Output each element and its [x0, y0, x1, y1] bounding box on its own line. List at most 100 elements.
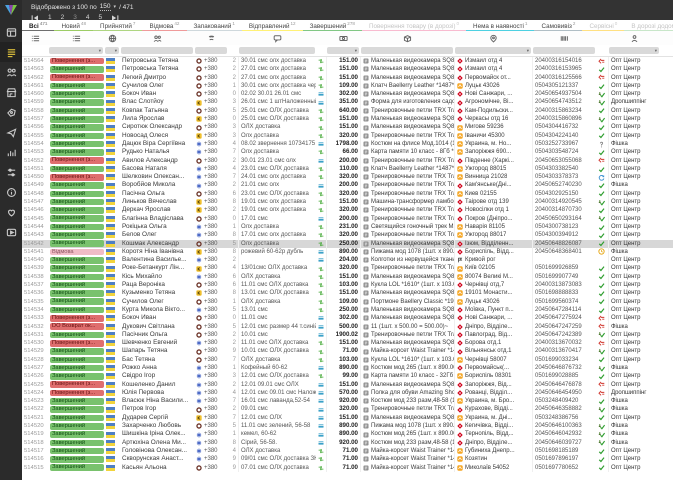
- page-size-value[interactable]: 150: [99, 3, 111, 11]
- order-row[interactable]: 514523 Завершений Власюк Ніна Васили... +38…: [22, 397, 673, 406]
- column-filter-select[interactable]: ▾: [49, 47, 103, 54]
- order-row[interactable]: 514531 Завершений Пасічник Ольга +380 2 10.01…: [22, 330, 673, 340]
- order-row[interactable]: 514547 Завершений Линьков Вячеслав +380 8 19.…: [22, 198, 673, 207]
- order-row[interactable]: 514563 Завершений Петровська Тетяна +380 2 27…: [22, 65, 673, 74]
- tab-label: Новий: [61, 23, 80, 31]
- sidebar-item-promo[interactable]: [0, 102, 22, 122]
- order-row[interactable]: 514518 Завершений Артюхіна Олена Ми... +380…: [22, 438, 673, 447]
- order-row[interactable]: 514548 Завершений Пасічна Ольга +380 6 23.01 …: [22, 189, 673, 199]
- header-payment-column[interactable]: [326, 31, 360, 45]
- order-row[interactable]: 514535 Завершений Сучилов Олег +380 1 ОЛХ дос…: [22, 297, 673, 306]
- client-name: Кузьменко Тетяна: [122, 289, 176, 297]
- order-row[interactable]: 514542 Завершений Кошмак Александр +380 5 Олх…: [22, 239, 673, 248]
- column-filter-select[interactable]: ▾: [105, 47, 119, 54]
- sidebar-item-support[interactable]: [0, 202, 22, 222]
- sidebar-item-contacts[interactable]: [0, 62, 22, 82]
- order-row[interactable]: 514515 Завершений Касьян Альона +380 9 07.01 …: [22, 463, 673, 472]
- product-box-icon: [363, 349, 369, 355]
- header-source-column[interactable]: [104, 31, 120, 45]
- order-id: 514536: [24, 290, 44, 297]
- filter-dropdown-icon[interactable]: ▾: [527, 48, 529, 54]
- sidebar-item-tutorials[interactable]: [0, 222, 22, 242]
- order-row[interactable]: 514556 Завершений Сиротюк Олександр +380 3 ОЛ…: [22, 123, 673, 132]
- order-row[interactable]: 514543 Завершений Белов Олег +380 8 17.01 смс…: [22, 231, 673, 240]
- order-row[interactable]: 514519 Завершений Шишкіна Іріна Олек... +38…: [22, 430, 673, 439]
- sidebar-item-orders[interactable]: [0, 42, 22, 62]
- column-filter-select[interactable]: ▾: [455, 47, 531, 54]
- order-row[interactable]: 514554 Завершений Дацюк Віра Сергіївна +380…: [22, 139, 673, 149]
- order-row[interactable]: 514558 Завершений Ковпак Татьяна +380 5 25.01…: [22, 106, 673, 116]
- order-row[interactable]: 514537 Завершений Раца Вероніка +380 6 11.01 …: [22, 281, 673, 290]
- order-row[interactable]: 514546 Завершений Деркач Ярослав +380 2 19.01…: [22, 206, 673, 215]
- page-size-dropdown-icon[interactable]: ▾: [114, 4, 117, 10]
- order-row[interactable]: 514551 Завершений Басова Наталя +380 4 23.01 …: [22, 164, 673, 174]
- order-row[interactable]: 514550 Повернення (з... Шелковин Олексан..…: [22, 173, 673, 182]
- order-row[interactable]: 514533 Повернення (з... Бокоч Иван +380 0 11.…: [22, 314, 673, 323]
- order-row[interactable]: 514564 Повернення (з... Петровська Тетяна +…: [22, 57, 673, 66]
- header-sort-id[interactable]: [22, 31, 48, 45]
- order-row[interactable]: 514529 Завершений Шапарь Тетяна +380 9 10.01 …: [22, 347, 673, 356]
- order-row[interactable]: 514549 Завершений Воробйов Микола +380 2 21.0…: [22, 181, 673, 190]
- header-product-column[interactable]: [360, 31, 454, 45]
- order-row[interactable]: 514517 Завершений Головінова Олексан... +38…: [22, 446, 673, 456]
- sidebar-item-statistics[interactable]: [0, 142, 22, 162]
- column-filter-input[interactable]: [239, 47, 315, 54]
- order-row[interactable]: 514534 Завершений Курта Микола Вікто... +38…: [22, 305, 673, 315]
- order-row[interactable]: 514516 Завершений Скворунская Анаст... +380…: [22, 455, 673, 464]
- column-filter-input[interactable]: [121, 47, 193, 54]
- order-row[interactable]: 514545 Завершений Благінна Владіслава +380 0…: [22, 214, 673, 223]
- order-row[interactable]: 514525 Повернення (з... Кошеленко Данил +38…: [22, 380, 673, 389]
- order-row[interactable]: 514557 Завершений Лила Ярослав +380 0 25.01 с…: [22, 115, 673, 124]
- order-row[interactable]: 514536 Завершений Кузьменко Тетяна +380 8 13.…: [22, 289, 673, 298]
- order-row[interactable]: 514562 Повернення (з... Легкий Дмитро +380 2…: [22, 73, 673, 82]
- header-comment-column[interactable]: [238, 31, 316, 45]
- filter-dropdown-icon[interactable]: ▾: [655, 48, 657, 54]
- order-row[interactable]: 514520 Завершений Захарченко Любовь +380 5 11…: [22, 422, 673, 431]
- order-row[interactable]: 514555 Завершений Новосад Олеся +380 3 Олх до…: [22, 131, 673, 140]
- order-row[interactable]: 514530 Повернення (з... Шевченко Евгений +3…: [22, 339, 673, 348]
- column-filter-select[interactable]: ▾: [327, 47, 359, 54]
- phone-number: +380: [204, 66, 218, 73]
- app-logo-icon[interactable]: [4, 4, 18, 16]
- order-status: Повернення (з...: [48, 74, 104, 82]
- order-row[interactable]: 514527 Завершений Рожко Анна +380 1 Кофейный …: [22, 363, 673, 373]
- sidebar-item-automation[interactable]: [0, 162, 22, 182]
- order-row[interactable]: 514560 Завершений Бокоч Иван +380 0 02.02 30.…: [22, 90, 673, 99]
- filter-dropdown-icon[interactable]: ▾: [115, 48, 117, 54]
- ttn-number: 20400315860896: [532, 115, 596, 124]
- order-row[interactable]: 514561 Завершений Сучилов Олег +380 1 30.01 с…: [22, 81, 673, 91]
- order-row[interactable]: 514541 Відмова Коротя Ніна Іванівна +380 8 ро…: [22, 247, 673, 257]
- sidebar-item-dashboard[interactable]: [0, 22, 22, 42]
- order-row[interactable]: 514553 Завершений Рудько Наталья +380 7 Олх д…: [22, 148, 673, 157]
- column-filter-select[interactable]: ▾: [609, 47, 659, 54]
- sidebar-item-info[interactable]: [0, 182, 22, 202]
- column-filter-input[interactable]: [361, 47, 453, 54]
- order-row[interactable]: 514544 Завершений Рокіцька Ольга +380 1 Олх д…: [22, 222, 673, 232]
- order-row[interactable]: 514524 Повернення (з... Юлія Первова +380 4 1…: [22, 388, 673, 398]
- ttn-delivered-check-icon: [598, 149, 605, 156]
- header-manager-column[interactable]: [608, 31, 660, 45]
- order-row[interactable]: 514538 Завершений Кісь Михайло +380 6 ОЛХ дос…: [22, 272, 673, 282]
- order-row[interactable]: 514528 Завершений Бас Тетяна +380 7 ОЛХ доста…: [22, 355, 673, 364]
- sidebar-item-broadcast[interactable]: [0, 122, 22, 142]
- order-row[interactable]: 514540 Завершений Валентина Василье... +380…: [22, 256, 673, 265]
- filter-dropdown-icon[interactable]: ▾: [355, 48, 357, 54]
- order-row[interactable]: 514521 Завершений Дударев Сергій +380 7 12.01…: [22, 413, 673, 423]
- column-filter-input[interactable]: [533, 47, 595, 54]
- order-row[interactable]: 514552 Повернення (з... Авилов Александр +3…: [22, 156, 673, 165]
- sidebar-item-shop[interactable]: [0, 82, 22, 102]
- header-ttn-column[interactable]: [532, 31, 596, 45]
- header-phone-column[interactable]: [194, 31, 228, 45]
- phone-number: +380: [204, 190, 218, 197]
- order-row[interactable]: 514539 Завершений Роке-Бетанкурт Лін... +38…: [22, 264, 673, 273]
- filter-dropdown-icon[interactable]: ▾: [99, 48, 101, 54]
- order-row[interactable]: 514526 Завершений Свідро Ігор +380 3 12.01 см…: [22, 372, 673, 381]
- header-client-column[interactable]: [120, 31, 194, 45]
- order-row[interactable]: 514559 Завершений Влас Слотйоу +380 3 26.01 с…: [22, 98, 673, 107]
- tab-count: 0: [456, 21, 460, 26]
- header-status-column[interactable]: [48, 31, 104, 45]
- header-delivery-column[interactable]: [454, 31, 532, 45]
- column-filter-input[interactable]: [195, 47, 227, 54]
- order-row[interactable]: 514522 Завершений Петров Ігор +380 2 09.01 см…: [22, 405, 673, 414]
- order-row[interactable]: 514532 DO Возврат ок... Дукович Світлана +3…: [22, 322, 673, 331]
